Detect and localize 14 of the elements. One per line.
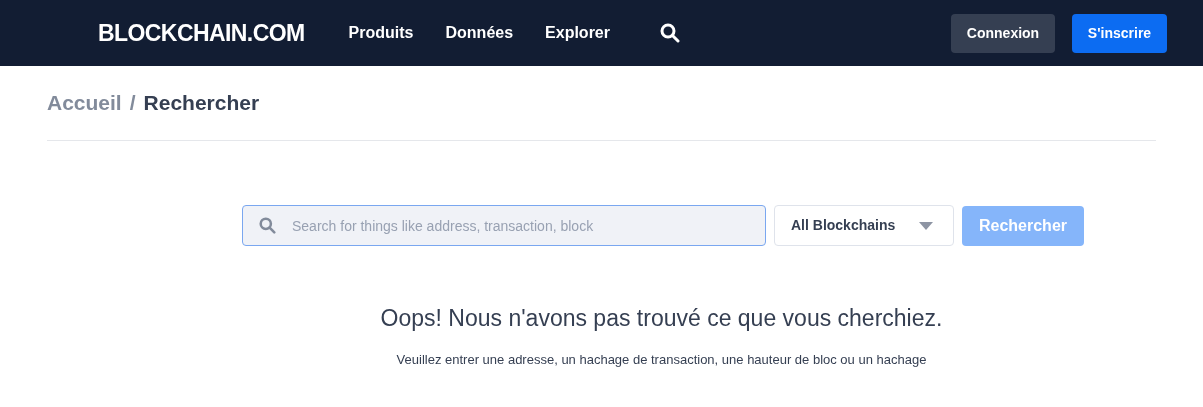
search-icon [259, 217, 276, 234]
nav-link[interactable]: Produits [348, 21, 414, 45]
search-icon[interactable] [660, 23, 680, 43]
search-field[interactable]: Search for things like address, transaction, block [242, 205, 766, 246]
nav-link[interactable]: Données [445, 21, 514, 45]
login-button[interactable]: Connexion [951, 13, 1055, 53]
error-title: Oops! Nous n'avons pas trouvé ce que vous cherchiez. [380, 304, 943, 333]
signup-button[interactable]: S'inscrire [1072, 13, 1167, 53]
nav-link[interactable]: Explorer [545, 21, 610, 45]
blockchain-dropdown[interactable]: All Blockchains [774, 205, 954, 246]
breadcrumb-current: Rechercher [143, 90, 260, 117]
caret-icon [919, 221, 933, 230]
error-text: Veuillez entrer une adresse, un hachage de transaction, une hauteur de bloc ou un hachage [396, 350, 927, 369]
logo[interactable]: BLOCKCHAIN.COM [98, 15, 305, 51]
